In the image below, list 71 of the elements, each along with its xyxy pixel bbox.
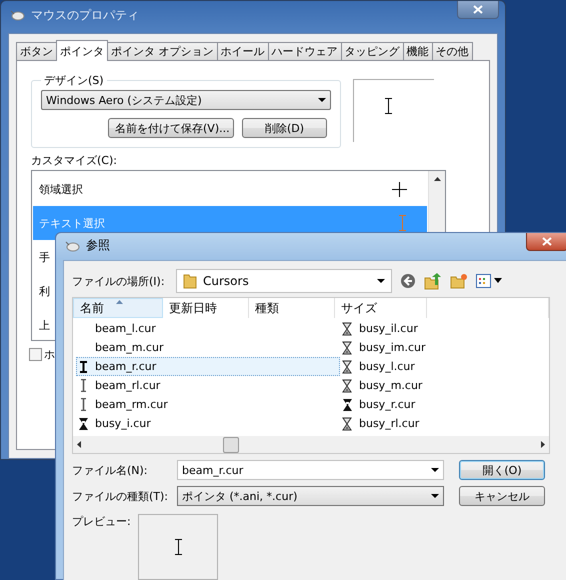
filetype-label: ファイルの種類(T):	[72, 488, 170, 504]
scheme-dropdown[interactable]: Windows Aero (システム設定)	[41, 90, 331, 110]
preview-label: プレビュー:	[72, 514, 132, 529]
scrollbar[interactable]	[73, 436, 549, 453]
open-button[interactable]: 開く(O)	[459, 460, 545, 480]
hourglass-icon	[342, 398, 352, 410]
hourglass-icon	[342, 322, 352, 336]
cancel-button[interactable]: キャンセル	[459, 486, 545, 506]
close-icon	[473, 5, 483, 14]
close-button[interactable]	[526, 233, 566, 251]
view-menu-icon[interactable]	[476, 274, 504, 288]
file-item[interactable]: beam_m.cur	[76, 338, 340, 357]
file-item[interactable]: busy_im.cur	[340, 338, 540, 357]
scroll-thumb[interactable]	[223, 437, 239, 453]
arrow-left-icon	[77, 441, 81, 448]
file-item[interactable]: beam_rl.cur	[76, 376, 340, 395]
close-button[interactable]	[457, 1, 499, 19]
folder-icon	[183, 273, 197, 289]
tab[interactable]: ポインタ オプション	[107, 42, 218, 60]
text-cursor-icon	[174, 539, 182, 555]
arrow-right-icon	[541, 441, 545, 448]
mouse-icon	[64, 240, 80, 252]
sort-arrow-icon	[116, 300, 123, 304]
tab[interactable]: ホイール	[216, 42, 268, 60]
tab[interactable]: ハードウェア	[268, 42, 342, 60]
column-header[interactable]: 名前	[73, 298, 163, 318]
file-item[interactable]: busy_m.cur	[340, 376, 540, 395]
close-icon	[542, 237, 552, 246]
text-cursor-icon	[80, 398, 86, 411]
mouse-icon	[9, 9, 25, 21]
group-label: デザイン(S)	[43, 73, 105, 88]
hourglass-icon	[342, 360, 352, 374]
crosshair-icon	[392, 182, 407, 196]
file-item[interactable]: busy_il.cur	[340, 319, 540, 338]
checkbox[interactable]	[29, 348, 42, 361]
location-dropdown[interactable]: Cursors	[176, 269, 392, 293]
tab[interactable]: その他	[432, 42, 472, 60]
tab[interactable]: ボタン	[16, 42, 57, 60]
hourglass-icon	[342, 340, 352, 354]
hourglass-icon	[342, 416, 352, 430]
tab[interactable]: ポインタ	[56, 40, 108, 61]
file-item[interactable]: beam_l.cur	[76, 319, 340, 338]
hourglass-icon	[78, 418, 88, 430]
location-label: ファイルの場所(I):	[72, 274, 166, 288]
file-item[interactable]: busy_rl.cur	[340, 414, 540, 433]
tab[interactable]: タッピング	[340, 42, 404, 60]
file-item[interactable]: busy_l.cur	[340, 357, 540, 376]
window-title: 参照	[86, 237, 110, 254]
action-button[interactable]: 名前を付けて保存(V)...	[108, 118, 234, 138]
window-title: マウスのプロパティ	[31, 6, 139, 24]
hourglass-icon	[342, 378, 352, 392]
filename-label: ファイル名(N):	[72, 462, 149, 478]
back-icon[interactable]	[400, 273, 416, 289]
filename-field[interactable]: beam_r.cur	[177, 460, 444, 480]
new-folder-icon[interactable]	[450, 273, 468, 289]
checkbox-label: ホ	[44, 347, 55, 362]
tab[interactable]: 機能	[402, 42, 432, 60]
list-item[interactable]: 領域選択	[33, 172, 427, 206]
text-cursor-icon	[398, 215, 407, 231]
file-item[interactable]: busy_i.cur	[76, 414, 340, 433]
filetype-dropdown[interactable]: ポインタ (*.ani, *.cur)	[177, 486, 444, 506]
file-item[interactable]: beam_rm.cur	[76, 395, 340, 414]
action-button[interactable]: 削除(D)	[242, 118, 327, 138]
file-item[interactable]: beam_r.cur	[76, 357, 340, 376]
arrow-up-icon	[434, 177, 440, 181]
text-cursor-icon	[80, 379, 86, 392]
text-cursor-icon	[385, 98, 392, 114]
file-item[interactable]: busy_r.cur	[340, 395, 540, 414]
list-label: カスタマイズ(C):	[31, 153, 118, 168]
text-cursor-icon	[80, 360, 86, 372]
up-folder-icon[interactable]	[424, 272, 442, 290]
